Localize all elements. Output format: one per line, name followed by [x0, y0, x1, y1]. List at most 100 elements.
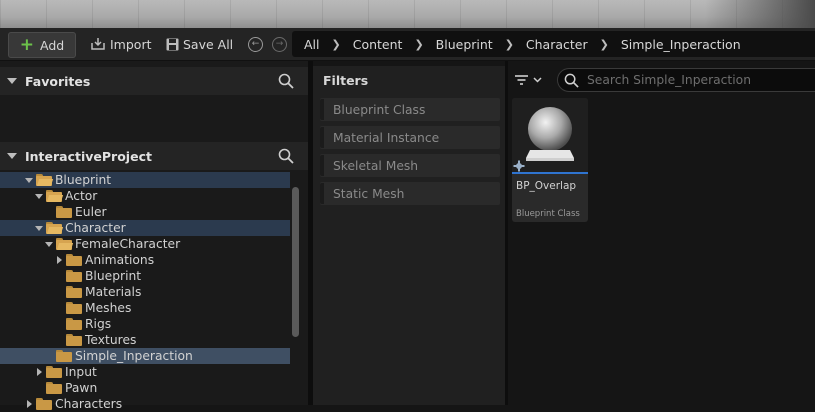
tree-item-label: Simple_Inperaction	[75, 349, 193, 363]
content-browser-toolbar: + Add Import Save All ← → All ❯ Content …	[0, 28, 815, 61]
tree-item-label: Pawn	[65, 381, 98, 395]
tree-item-actor[interactable]: Actor	[0, 188, 290, 204]
tree-item-animations[interactable]: Animations	[0, 252, 290, 268]
plus-icon: +	[19, 34, 35, 55]
tree-item-label: Character	[65, 221, 126, 235]
asset-search-field[interactable]	[557, 68, 815, 92]
filter-label: Material Instance	[333, 130, 440, 145]
asset-view: BP_Overlap Blueprint Class	[508, 66, 815, 405]
save-icon	[166, 38, 179, 50]
tree-scrollbar[interactable]	[292, 187, 299, 337]
folder-icon	[56, 350, 72, 362]
folder-icon	[36, 398, 52, 410]
collapse-arrow-icon[interactable]	[54, 255, 64, 265]
tree-item-blueprint[interactable]: Blueprint	[0, 172, 290, 188]
import-button-label: Import	[110, 36, 152, 52]
folder-tree: Blueprint Actor Euler Character FemaleCh…	[0, 170, 290, 411]
project-header[interactable]: InteractiveProject	[0, 142, 308, 170]
search-input[interactable]	[585, 72, 809, 88]
folder-icon	[66, 270, 82, 282]
tree-item-materials[interactable]: Materials	[0, 284, 290, 300]
tree-item-label: Blueprint	[55, 173, 112, 187]
filters-title: Filters	[323, 73, 369, 88]
add-button-label: Add	[40, 37, 65, 53]
breadcrumb-item-content[interactable]: Content	[341, 37, 403, 52]
filter-material-instance[interactable]: Material Instance	[320, 126, 500, 149]
chevron-right-icon: ❯	[599, 37, 609, 51]
folder-icon	[66, 254, 82, 266]
tree-item-label: Characters	[55, 397, 123, 411]
tree-item-input[interactable]: Input	[0, 364, 290, 380]
filter-color-bar	[320, 183, 324, 204]
tree-item-blueprint-sub[interactable]: Blueprint	[0, 268, 290, 284]
chevron-right-icon: ❯	[331, 37, 341, 51]
save-all-button[interactable]: Save All	[166, 32, 233, 56]
tree-item-label: Materials	[85, 285, 142, 299]
chevron-right-icon: ❯	[414, 37, 424, 51]
expand-arrow-icon[interactable]	[34, 223, 44, 233]
filter-skeletal-mesh[interactable]: Skeletal Mesh	[320, 154, 500, 177]
asset-tile-bp-overlap[interactable]: BP_Overlap Blueprint Class	[512, 98, 588, 222]
breadcrumb-item-all[interactable]: All	[292, 37, 320, 52]
expand-arrow-icon[interactable]	[44, 239, 54, 249]
breadcrumb-item-character[interactable]: Character	[514, 37, 588, 52]
favorites-header[interactable]: Favorites	[0, 67, 308, 95]
tree-item-label: Input	[65, 365, 97, 379]
add-button[interactable]: + Add	[8, 32, 76, 58]
filter-blueprint-class[interactable]: Blueprint Class	[320, 98, 500, 121]
tree-item-label: Actor	[65, 189, 98, 203]
import-icon	[91, 38, 105, 50]
folder-icon	[66, 302, 82, 314]
back-icon[interactable]: ←	[248, 37, 263, 52]
filters-panel: Filters Blueprint Class Material Instanc…	[313, 66, 505, 405]
asset-name: BP_Overlap	[516, 180, 577, 192]
breadcrumb-item-simple-inperaction[interactable]: Simple_Inperaction	[609, 37, 741, 52]
search-icon[interactable]	[278, 73, 294, 89]
tree-item-euler[interactable]: Euler	[0, 204, 290, 220]
gear-icon	[513, 160, 525, 172]
tree-item-femalecharacter[interactable]: FemaleCharacter	[0, 236, 290, 252]
filter-menu-button[interactable]	[514, 72, 546, 88]
tree-item-characters[interactable]: Characters	[0, 396, 290, 412]
tree-item-pawn[interactable]: Pawn	[0, 380, 290, 396]
favorites-label: Favorites	[25, 73, 91, 89]
caret-down-icon	[7, 153, 17, 159]
filter-color-bar	[320, 99, 324, 120]
tree-item-character[interactable]: Character	[0, 220, 290, 236]
viewport-background	[0, 0, 815, 28]
tree-item-simple-inperaction[interactable]: Simple_Inperaction	[0, 348, 290, 364]
caret-down-icon	[7, 78, 17, 84]
tree-item-textures[interactable]: Textures	[0, 332, 290, 348]
expand-arrow-icon[interactable]	[34, 191, 44, 201]
search-icon[interactable]	[278, 148, 294, 164]
tree-item-label: FemaleCharacter	[75, 237, 181, 251]
folder-open-icon	[46, 222, 64, 234]
forward-icon[interactable]: →	[272, 37, 287, 52]
search-icon	[564, 73, 579, 88]
folder-open-icon	[36, 174, 54, 186]
chevron-right-icon: ❯	[504, 37, 514, 51]
save-all-button-label: Save All	[183, 36, 234, 52]
import-button[interactable]: Import	[90, 32, 152, 56]
tree-item-rigs[interactable]: Rigs	[0, 316, 290, 332]
folder-icon	[46, 382, 62, 394]
tree-item-label: Rigs	[85, 317, 112, 331]
tree-item-label: Blueprint	[85, 269, 142, 283]
filter-color-bar	[320, 127, 324, 148]
filter-color-bar	[320, 155, 324, 176]
filter-icon	[515, 75, 528, 85]
chevron-down-icon	[533, 77, 542, 83]
filter-static-mesh[interactable]: Static Mesh	[320, 182, 500, 205]
folder-open-icon	[56, 238, 74, 250]
folder-open-icon	[46, 190, 64, 202]
expand-arrow-icon[interactable]	[24, 175, 34, 185]
tree-item-meshes[interactable]: Meshes	[0, 300, 290, 316]
tree-item-label: Animations	[85, 253, 155, 267]
filter-label: Static Mesh	[333, 186, 405, 201]
collapse-arrow-icon[interactable]	[34, 367, 44, 377]
asset-type-color-bar	[512, 172, 588, 174]
tree-item-label: Euler	[75, 205, 107, 219]
breadcrumb-item-blueprint[interactable]: Blueprint	[424, 37, 493, 52]
filter-label: Skeletal Mesh	[333, 158, 419, 173]
collapse-arrow-icon[interactable]	[24, 399, 34, 409]
